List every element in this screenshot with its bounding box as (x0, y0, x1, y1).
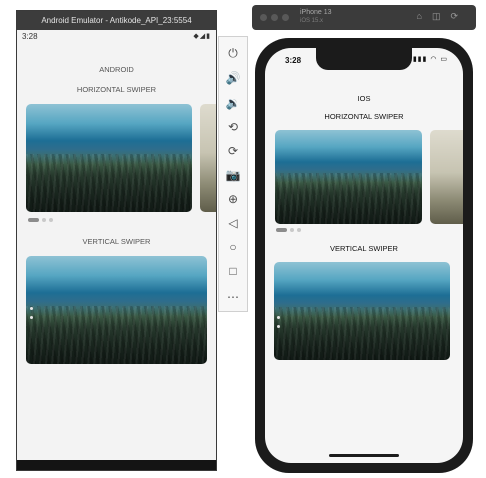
emulator-title: Android Emulator - Antikode_API_23:5554 (17, 11, 216, 30)
pagination-dot[interactable] (49, 218, 53, 222)
emulator-toolbar: ⏻ 🔊 🔉 ⟲ ⟳ 📷 ⊕ ◁ ○ □ ⋯ (218, 36, 248, 312)
ios-status-time: 3:28 (285, 56, 302, 65)
simulator-toolbar-icons: ⌂◫⟳ (417, 11, 469, 22)
ios-simulator-toolbar: iPhone 13 iOS 15.x ⌂◫⟳ (252, 5, 476, 30)
android-horizontal-swiper-next-slide[interactable] (200, 104, 216, 212)
android-vertical-swiper-slide[interactable] (26, 256, 207, 364)
ios-screen: 3:28 ▮▮▮ ◠ ▭ IOS HORIZONTAL SWIPER VERTI… (265, 48, 463, 463)
simulator-device-os: iOS 15.x (300, 18, 324, 24)
zoom-icon[interactable]: ⊕ (219, 189, 247, 209)
back-icon[interactable]: ◁ (219, 213, 247, 233)
pagination-dot[interactable] (290, 228, 294, 232)
rotate-left-icon[interactable]: ⟲ (219, 117, 247, 137)
android-screen: ANDROID HORIZONTAL SWIPER VERTICAL SWIPE… (17, 44, 216, 460)
android-vertical-swiper-title: VERTICAL SWIPER (82, 237, 151, 246)
ios-horizontal-swiper-title: HORIZONTAL SWIPER (324, 112, 404, 121)
pagination-dot-active[interactable] (277, 316, 280, 319)
ios-horizontal-swiper-next-slide[interactable] (430, 130, 463, 224)
android-status-bar: 3:28 ◆◢▮ (17, 30, 216, 44)
android-nav-bar (17, 460, 216, 470)
more-icon[interactable]: ⋯ (219, 287, 247, 307)
volume-up-icon[interactable]: 🔊 (219, 68, 247, 88)
ios-vertical-swiper-slide[interactable] (274, 262, 450, 360)
ios-app-header: IOS (357, 94, 371, 103)
volume-down-icon[interactable]: 🔉 (219, 93, 247, 113)
overview-icon[interactable]: □ (219, 261, 247, 281)
android-emulator-window: Android Emulator - Antikode_API_23:5554 … (16, 10, 217, 471)
android-status-time: 3:28 (22, 32, 38, 41)
pagination-dot[interactable] (30, 316, 33, 319)
pagination-dot[interactable] (277, 325, 280, 328)
ios-horizontal-swiper-slide[interactable] (275, 130, 422, 224)
simulator-device-name: iPhone 13 (300, 9, 332, 16)
minimize-window-button[interactable] (271, 14, 278, 21)
ios-status-icons: ▮▮▮ ◠ ▭ (412, 56, 448, 63)
rotate-right-icon[interactable]: ⟳ (219, 141, 247, 161)
home-icon[interactable]: ⌂ (417, 11, 432, 21)
pagination-dot-active[interactable] (28, 218, 39, 222)
home-icon[interactable]: ○ (219, 237, 247, 257)
iphone-frame: 3:28 ▮▮▮ ◠ ▭ IOS HORIZONTAL SWIPER VERTI… (255, 38, 473, 473)
android-app-header: ANDROID (99, 65, 134, 74)
rotate-icon[interactable]: ⟳ (450, 11, 468, 21)
power-icon[interactable]: ⏻ (219, 43, 247, 63)
screenshot-icon[interactable]: ◫ (432, 11, 451, 21)
close-window-button[interactable] (260, 14, 267, 21)
android-horizontal-swiper-slide[interactable] (26, 104, 192, 212)
pagination-dot[interactable] (297, 228, 301, 232)
phone-notch (316, 48, 412, 70)
android-horizontal-swiper-title: HORIZONTAL SWIPER (76, 85, 157, 94)
ios-vertical-swiper-title: VERTICAL SWIPER (330, 244, 398, 253)
pagination-dot-active[interactable] (30, 307, 33, 310)
pagination-dot-active[interactable] (276, 228, 287, 232)
camera-icon[interactable]: 📷 (219, 165, 247, 185)
zoom-window-button[interactable] (282, 14, 289, 21)
home-indicator[interactable] (329, 454, 399, 457)
android-status-icons: ◆◢▮ (193, 33, 211, 40)
pagination-dot[interactable] (42, 218, 46, 222)
